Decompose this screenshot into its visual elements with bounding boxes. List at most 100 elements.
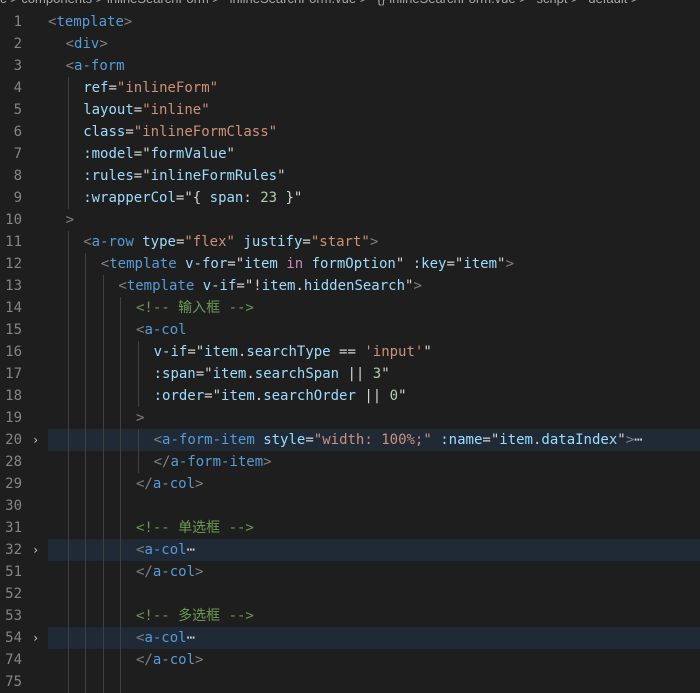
code-token: item (244, 256, 278, 272)
code-line[interactable]: 17 :span="item.searchSpan || 3" (0, 363, 700, 385)
code-token: =" (195, 366, 213, 382)
code-line[interactable]: 30 (0, 495, 700, 517)
indent-guide (67, 583, 69, 605)
line-number: 54 (5, 630, 22, 646)
code-line[interactable]: 4 ref="inlineForm" (0, 77, 700, 99)
code-line[interactable]: 6 class="inlineFormClass" (0, 121, 700, 143)
code-token: a-col (152, 652, 196, 668)
code-token: template (109, 256, 177, 272)
code-line[interactable]: 13 <template v-if="!item.hiddenSearch"> (0, 275, 700, 297)
code-token: "inlineForm" (116, 80, 219, 96)
code-line[interactable]: 52 (0, 583, 700, 605)
code-token: . (295, 278, 304, 294)
code-token: "inline" (142, 102, 210, 118)
code-line[interactable]: 53 <!-- 多选框 --> (0, 605, 700, 627)
breadcrumb-segment[interactable]: script > (536, 0, 582, 6)
indent-guide (120, 495, 122, 517)
code-comment: <!-- 多选框 --> (136, 608, 254, 624)
line-number: 11 (5, 234, 22, 250)
code-token: v-if (153, 344, 188, 360)
code-text: <template v-if="!item.hiddenSearch"> (48, 275, 700, 297)
code-line[interactable]: 5 layout="inline" (0, 99, 700, 121)
code-token: " (398, 388, 407, 404)
code-token: inlineFormRules (150, 168, 278, 184)
code-line[interactable]: 54 › <a-col⋯ (0, 627, 700, 649)
code-token: </ (136, 652, 153, 668)
code-token: . (254, 388, 264, 404)
code-token: ⋯ (186, 542, 196, 558)
code-line[interactable]: 7:model="formValue" (0, 143, 700, 165)
breadcrumb-segment[interactable]: c > components > inlineSearchForm > (0, 0, 224, 6)
code-text: </a-col> (48, 561, 700, 583)
code-text: :span="item.searchSpan || 3" (48, 363, 700, 385)
code-token: : (243, 190, 261, 206)
indent-guide (120, 583, 122, 605)
code-token: =" (187, 344, 205, 360)
code-line[interactable]: 12 <template v-for="item in formOption" :… (0, 253, 700, 275)
code-line[interactable]: 8:rules="inlineFormRules" (0, 165, 700, 187)
code-token: . (246, 366, 255, 382)
line-number: 75 (5, 674, 22, 690)
code-line[interactable]: 75 (0, 671, 700, 693)
code-token: =" (204, 388, 222, 404)
code-token: = (133, 102, 143, 118)
code-line[interactable]: 20 › <a-form-item style="width: 100%;" :na… (0, 429, 700, 451)
code-line[interactable]: 18:order="item.searchOrder || 0" (0, 385, 700, 407)
indent-guide (85, 583, 87, 605)
code-line[interactable]: 51 </a-col> (0, 561, 700, 583)
code-comment: <!-- 输入框 --> (136, 300, 254, 316)
breadcrumb[interactable]: c > components > inlineSearchForm > inli… (0, 0, 700, 9)
code-token: :rules (83, 168, 134, 184)
code-token: " (381, 366, 390, 382)
code-line[interactable]: 74 </a-col> (0, 649, 700, 671)
fold-chevron-icon[interactable]: › (32, 627, 44, 649)
code-token: > (369, 234, 379, 250)
code-line[interactable]: 14 <!-- 输入框 --> (0, 297, 700, 319)
code-token: </ (136, 476, 153, 492)
code-editor[interactable]: 1 <template> 2 <div> 3 <a-form 4 ref="inlineFor… (0, 11, 700, 693)
code-line[interactable]: 9:wrapperCol="{ span: 23 }" (0, 187, 700, 209)
code-token: type (142, 234, 176, 250)
code-token: > (263, 454, 272, 470)
code-token: == (330, 344, 365, 360)
code-line[interactable]: 10 > (0, 209, 700, 231)
code-text: :model="formValue" (48, 143, 700, 165)
code-line[interactable]: 2 <div> (0, 33, 700, 55)
code-token: span (209, 190, 244, 206)
fold-chevron-icon[interactable]: › (32, 429, 44, 451)
code-text: <a-row type="flex" justify="start"> (48, 231, 700, 253)
code-line[interactable]: 15 <a-col (0, 319, 700, 341)
line-number: 28 (5, 454, 22, 470)
code-token: </ (136, 564, 153, 580)
code-line[interactable]: 28 </a-form-item> (0, 451, 700, 473)
code-line[interactable]: 29 </a-col> (0, 473, 700, 495)
code-line[interactable]: 19 > (0, 407, 700, 429)
fold-chevron-icon[interactable]: › (32, 539, 44, 561)
code-text: </a-col> (48, 649, 700, 671)
code-text: <div> (48, 33, 700, 55)
code-token: a-col (144, 542, 187, 558)
code-line[interactable]: 16 v-if="item.searchType == 'input'" (0, 341, 700, 363)
code-token: a-form-item (162, 432, 255, 448)
code-line[interactable]: 32 › <a-col⋯ (0, 539, 700, 561)
code-token: || (339, 366, 373, 382)
code-line[interactable]: 3 <a-form (0, 55, 700, 77)
code-token: item (204, 344, 238, 360)
code-token: a-form (74, 58, 125, 74)
code-line[interactable]: 1 <template> (0, 11, 700, 33)
code-line[interactable]: 11 <a-row type="flex" justify="start"> (0, 231, 700, 253)
breadcrumb-segment[interactable]: default > (588, 0, 638, 6)
code-token: formValue (150, 146, 227, 162)
code-text: ref="inlineForm" (48, 77, 700, 99)
line-number: 17 (5, 366, 22, 382)
line-number: 8 (13, 168, 22, 184)
code-text: > (48, 209, 700, 231)
breadcrumb-segment[interactable]: inlineSearchForm.vue > (230, 0, 371, 6)
line-number: 32 (5, 542, 22, 558)
breadcrumb-segment[interactable]: {} inlineSearchForm.vue > (377, 0, 531, 6)
code-line[interactable]: 31 <!-- 单选框 --> (0, 517, 700, 539)
code-text: <a-form (48, 55, 700, 77)
